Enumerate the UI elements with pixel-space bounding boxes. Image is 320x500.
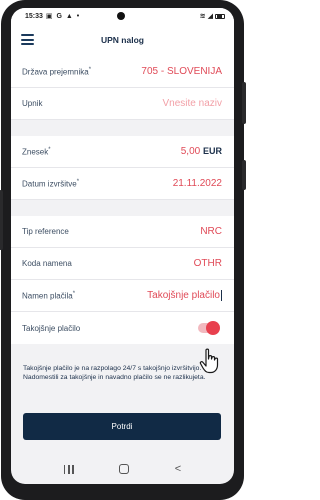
row-namen-placila[interactable]: Namen plačila* Takojšnje plačilo xyxy=(11,280,234,312)
instant-payment-info: Takojšnje plačilo je na razpolago 24/7 s… xyxy=(23,365,206,381)
koda-value: OTHR xyxy=(193,258,222,269)
instant-payment-toggle[interactable] xyxy=(198,321,220,335)
confirm-button[interactable]: Potrdi xyxy=(23,413,221,440)
power-button xyxy=(242,160,246,190)
row-tip-reference[interactable]: Tip reference NRC xyxy=(11,216,234,248)
znesek-label: Znesek* xyxy=(22,146,51,157)
namen-input[interactable]: Takojšnje plačilo xyxy=(147,289,222,301)
signal-icon: ◢ xyxy=(207,13,213,20)
row-drzava[interactable]: Država prejemnika* 705 - SLOVENIJA xyxy=(11,56,234,88)
app-header: UPN nalog xyxy=(11,24,234,56)
volume-button xyxy=(242,82,246,124)
koda-label: Koda namena xyxy=(22,259,72,268)
row-upnik[interactable]: Upnik Vnesite naziv xyxy=(11,88,234,120)
notification-icons: ▣ G ▲ • xyxy=(45,13,81,20)
back-icon[interactable]: < xyxy=(175,463,181,475)
phone-frame: 15:33 ▣ G ▲ • ≋ ◢ UPN nalog Država preje… xyxy=(0,0,246,500)
screen: 15:33 ▣ G ▲ • ≋ ◢ UPN nalog Država preje… xyxy=(11,8,234,484)
currency-label: EUR xyxy=(202,146,222,156)
datum-label: Datum izvršitve* xyxy=(22,178,80,189)
upnik-input[interactable]: Vnesite naziv xyxy=(163,98,222,109)
datum-input[interactable]: 21.11.2022 xyxy=(173,178,222,189)
namen-label: Namen plačila* xyxy=(22,290,76,301)
row-znesek[interactable]: Znesek* 5,00 EUR xyxy=(11,136,234,168)
upnik-label: Upnik xyxy=(22,99,43,108)
text-cursor xyxy=(221,289,222,301)
row-datum[interactable]: Datum izvršitve* 21.11.2022 xyxy=(11,168,234,200)
battery-icon xyxy=(215,13,225,19)
drzava-label: Država prejemnika* xyxy=(22,66,92,77)
toggle-knob xyxy=(206,321,220,335)
row-takojsnje: Takojšnje plačilo xyxy=(11,312,234,344)
recent-apps-icon[interactable] xyxy=(63,464,74,474)
status-bar: 15:33 ▣ G ▲ • ≋ ◢ xyxy=(11,8,234,24)
drzava-value: 705 - SLOVENIJA xyxy=(141,66,222,77)
front-camera xyxy=(117,12,125,20)
system-nav-bar: < xyxy=(11,454,234,484)
side-button xyxy=(0,190,3,250)
status-time: 15:33 xyxy=(25,12,43,20)
row-koda-namena[interactable]: Koda namena OTHR xyxy=(11,248,234,280)
znesek-input[interactable]: 5,00 EUR xyxy=(181,146,222,157)
status-right: ≋ ◢ xyxy=(200,12,225,20)
page-title: UPN nalog xyxy=(101,35,144,45)
hamburger-icon[interactable] xyxy=(21,34,34,45)
home-icon[interactable] xyxy=(119,464,130,474)
wifi-icon: ≋ xyxy=(199,13,206,20)
takojsnje-label: Takojšnje plačilo xyxy=(22,323,81,333)
tip-value: NRC xyxy=(200,226,222,237)
tip-label: Tip reference xyxy=(22,227,69,236)
